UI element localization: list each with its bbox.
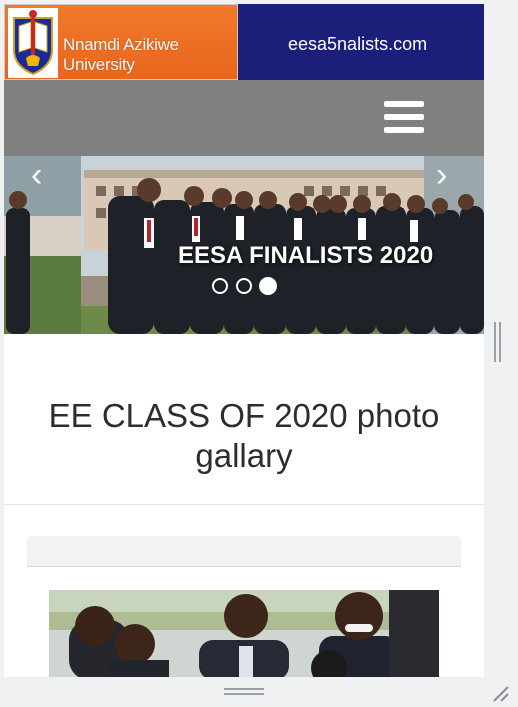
carousel-prev-arrow-icon[interactable]: ‹ (31, 158, 42, 192)
site-url[interactable]: eesa5nalists.com (288, 34, 427, 55)
vertical-scrollbar-handle[interactable] (494, 322, 502, 362)
carousel-dot-1[interactable] (212, 278, 228, 294)
resize-grip-icon[interactable] (490, 683, 510, 703)
university-name: Nnamdi Azikiwe University (63, 35, 179, 74)
site-header: Nnamdi Azikiwe University eesa5nalists.c… (4, 4, 484, 80)
carousel-next-arrow-icon[interactable]: › (436, 158, 447, 192)
gallery-photo[interactable] (49, 590, 439, 677)
gallery-header-bar (27, 536, 461, 567)
web-page: Nnamdi Azikiwe University eesa5nalists.c… (4, 4, 484, 677)
drag-handle-icon[interactable] (224, 688, 264, 696)
logo-banner[interactable]: Nnamdi Azikiwe University (4, 4, 238, 80)
nav-bar (4, 80, 484, 156)
carousel-dot-3-active[interactable] (259, 277, 277, 295)
image-carousel[interactable]: ‹ › EESA FINALISTS 2020 (4, 156, 484, 334)
carousel-caption: EESA FINALISTS 2020 (178, 242, 434, 269)
carousel-dot-2[interactable] (236, 278, 252, 294)
gallery-photo-image (49, 590, 439, 677)
section-divider (4, 504, 484, 505)
hamburger-menu-icon[interactable] (384, 101, 426, 135)
page-title: EE CLASS OF 2020 photo gallary (48, 397, 440, 474)
university-crest-icon (8, 8, 58, 78)
